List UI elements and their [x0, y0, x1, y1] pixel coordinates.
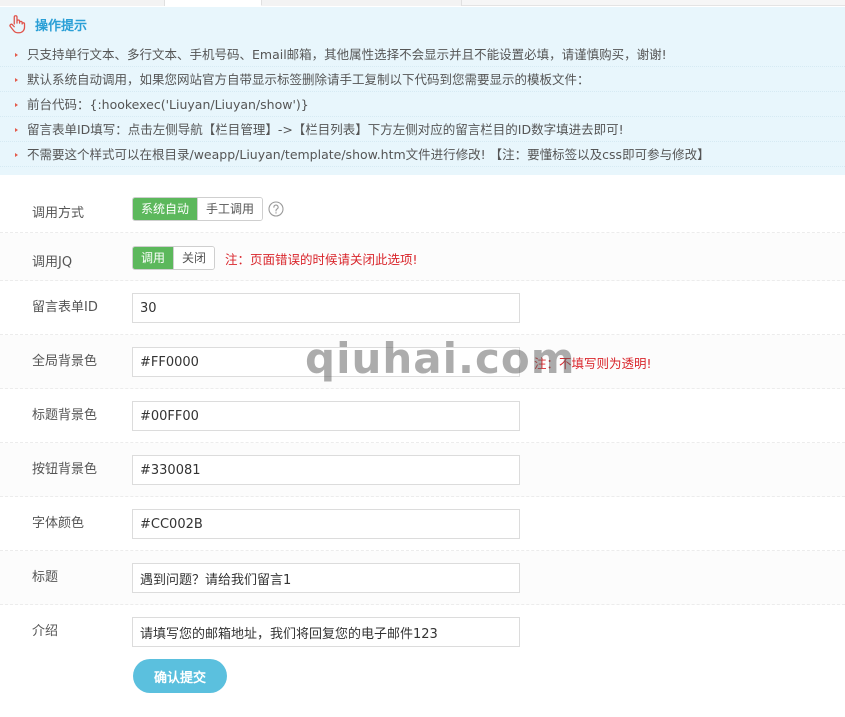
call-jq-row: 调用JQ 调用 关闭 注：页面错误的时候请关闭此选项!: [0, 233, 845, 281]
font-color-control: [132, 509, 520, 539]
global-bg-label: 全局背景色: [32, 354, 98, 369]
title-control: [132, 563, 520, 593]
tips-panel: 操作提示 只支持单行文本、多行文本、手机号码、Email邮箱，其他属性选择不会显…: [0, 7, 845, 175]
global-bg-note: 注：不填写则为透明!: [534, 355, 652, 371]
intro-input[interactable]: [132, 617, 520, 647]
call-mode-control: 系统自动 手工调用: [132, 197, 284, 221]
bullet-arrow-icon: [15, 53, 18, 57]
button-bg-row: 按钮背景色: [0, 443, 845, 497]
tip-item: 留言表单ID填写：点击左侧导航【栏目管理】->【栏目列表】下方左侧对应的留言栏目…: [0, 117, 845, 142]
call-mode-row: 调用方式 系统自动 手工调用: [0, 182, 845, 233]
call-mode-manual-option[interactable]: 手工调用: [197, 198, 263, 220]
top-tab-bar: [0, 0, 845, 6]
form-id-control: [132, 293, 520, 323]
tip-text: 留言表单ID填写：点击左侧导航【栏目管理】->【栏目列表】下方左侧对应的留言栏目…: [27, 122, 624, 137]
tip-item: 只支持单行文本、多行文本、手机号码、Email邮箱，其他属性选择不会显示并且不能…: [0, 42, 845, 67]
call-jq-note: 注：页面错误的时候请关闭此选项!: [225, 251, 418, 267]
tip-item: 不需要这个样式可以在根目录/weapp/Liuyan/template/show…: [0, 142, 845, 167]
tip-text: 只支持单行文本、多行文本、手机号码、Email邮箱，其他属性选择不会显示并且不能…: [27, 47, 667, 62]
tips-list: 只支持单行文本、多行文本、手机号码、Email邮箱，其他属性选择不会显示并且不能…: [0, 42, 845, 167]
button-bg-input[interactable]: [132, 455, 520, 485]
settings-form: 调用方式 系统自动 手工调用 调用JQ 调用 关闭 注：页面错误的时候请关闭此选…: [0, 182, 845, 659]
font-color-row: 字体颜色: [0, 497, 845, 551]
title-bg-input[interactable]: [132, 401, 520, 431]
intro-label: 介绍: [32, 624, 59, 639]
intro-control: [132, 617, 520, 647]
title-label: 标题: [32, 570, 59, 585]
help-icon[interactable]: [268, 201, 284, 217]
tips-title: 操作提示: [35, 18, 88, 34]
title-bg-label: 标题背景色: [32, 408, 98, 423]
button-bg-label: 按钮背景色: [32, 462, 98, 477]
bullet-arrow-icon: [15, 128, 18, 132]
call-jq-off-option[interactable]: 关闭: [173, 247, 215, 269]
tab-3[interactable]: [262, 0, 462, 6]
intro-row: 介绍: [0, 605, 845, 659]
title-row: 标题: [0, 551, 845, 605]
title-input[interactable]: [132, 563, 520, 593]
tip-item: 默认系统自动调用，如果您网站官方自带显示标签删除请手工复制以下代码到您需要显示的…: [0, 67, 845, 92]
button-bg-control: [132, 455, 520, 485]
submit-button[interactable]: 确认提交: [133, 659, 227, 693]
title-bg-row: 标题背景色: [0, 389, 845, 443]
hand-pointer-icon: [9, 15, 26, 34]
global-bg-input[interactable]: [132, 347, 520, 377]
bullet-arrow-icon: [15, 103, 18, 107]
tab-2-active[interactable]: [165, 0, 262, 6]
tip-item: 前台代码：{:hookexec('Liuyan/Liuyan/show')}: [0, 92, 845, 117]
global-bg-row: 全局背景色 注：不填写则为透明!: [0, 335, 845, 389]
form-id-row: 留言表单ID: [0, 281, 845, 335]
call-jq-label: 调用JQ: [32, 255, 73, 270]
bullet-arrow-icon: [15, 153, 18, 157]
call-jq-control: 调用 关闭 注：页面错误的时候请关闭此选项!: [132, 246, 418, 270]
call-mode-auto-option[interactable]: 系统自动: [133, 198, 198, 220]
tips-header: 操作提示: [6, 13, 87, 35]
call-mode-toggle: 系统自动 手工调用: [132, 197, 264, 221]
form-id-label: 留言表单ID: [32, 300, 98, 315]
global-bg-control: 注：不填写则为透明!: [132, 347, 652, 377]
bullet-arrow-icon: [15, 78, 18, 82]
tip-text: 默认系统自动调用，如果您网站官方自带显示标签删除请手工复制以下代码到您需要显示的…: [27, 72, 590, 87]
tip-text: 不需要这个样式可以在根目录/weapp/Liuyan/template/show…: [27, 147, 710, 162]
tip-text: 前台代码：{:hookexec('Liuyan/Liuyan/show')}: [27, 97, 309, 112]
call-mode-label: 调用方式: [32, 206, 85, 221]
call-jq-toggle: 调用 关闭: [132, 246, 216, 270]
form-id-input[interactable]: [132, 293, 520, 323]
tab-1[interactable]: [0, 0, 165, 6]
title-bg-control: [132, 401, 520, 431]
submit-area: 确认提交: [133, 659, 227, 693]
call-jq-on-option[interactable]: 调用: [133, 247, 174, 269]
font-color-label: 字体颜色: [32, 516, 85, 531]
font-color-input[interactable]: [132, 509, 520, 539]
